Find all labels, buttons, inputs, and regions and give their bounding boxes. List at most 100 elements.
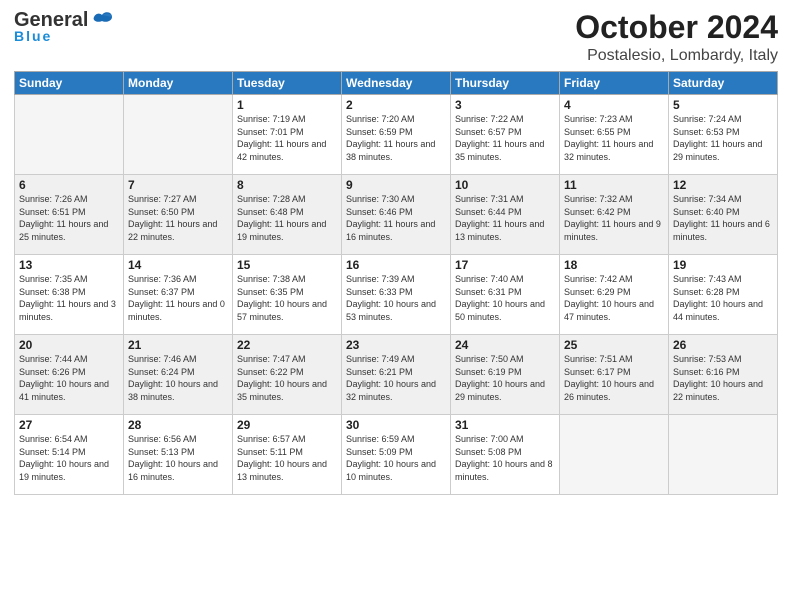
day-info: Sunrise: 7:50 AMSunset: 6:19 PMDaylight:… [455, 353, 555, 403]
calendar-cell: 19Sunrise: 7:43 AMSunset: 6:28 PMDayligh… [669, 255, 778, 335]
calendar-cell: 13Sunrise: 7:35 AMSunset: 6:38 PMDayligh… [15, 255, 124, 335]
day-of-week-header: Monday [124, 72, 233, 95]
day-info: Sunrise: 7:46 AMSunset: 6:24 PMDaylight:… [128, 353, 228, 403]
logo-bird-icon [92, 11, 114, 29]
calendar-cell: 31Sunrise: 7:00 AMSunset: 5:08 PMDayligh… [451, 415, 560, 495]
day-number: 22 [237, 338, 337, 352]
logo-general: General [14, 10, 88, 30]
calendar-cell: 20Sunrise: 7:44 AMSunset: 6:26 PMDayligh… [15, 335, 124, 415]
day-info: Sunrise: 7:19 AMSunset: 7:01 PMDaylight:… [237, 113, 337, 163]
day-number: 19 [673, 258, 773, 272]
day-of-week-header: Sunday [15, 72, 124, 95]
logo-blue: Blue [14, 28, 52, 44]
day-info: Sunrise: 7:34 AMSunset: 6:40 PMDaylight:… [673, 193, 773, 243]
day-info: Sunrise: 7:35 AMSunset: 6:38 PMDaylight:… [19, 273, 119, 323]
day-info: Sunrise: 6:54 AMSunset: 5:14 PMDaylight:… [19, 433, 119, 483]
calendar-cell: 18Sunrise: 7:42 AMSunset: 6:29 PMDayligh… [560, 255, 669, 335]
day-number: 23 [346, 338, 446, 352]
day-number: 21 [128, 338, 228, 352]
day-number: 2 [346, 98, 446, 112]
day-info: Sunrise: 7:42 AMSunset: 6:29 PMDaylight:… [564, 273, 664, 323]
day-info: Sunrise: 6:57 AMSunset: 5:11 PMDaylight:… [237, 433, 337, 483]
day-number: 30 [346, 418, 446, 432]
day-number: 5 [673, 98, 773, 112]
day-number: 24 [455, 338, 555, 352]
calendar-cell: 12Sunrise: 7:34 AMSunset: 6:40 PMDayligh… [669, 175, 778, 255]
day-number: 13 [19, 258, 119, 272]
day-of-week-header: Friday [560, 72, 669, 95]
calendar-cell: 27Sunrise: 6:54 AMSunset: 5:14 PMDayligh… [15, 415, 124, 495]
day-number: 10 [455, 178, 555, 192]
day-of-week-header: Thursday [451, 72, 560, 95]
calendar-cell [560, 415, 669, 495]
calendar-cell: 1Sunrise: 7:19 AMSunset: 7:01 PMDaylight… [233, 95, 342, 175]
calendar-cell [669, 415, 778, 495]
day-info: Sunrise: 7:20 AMSunset: 6:59 PMDaylight:… [346, 113, 446, 163]
day-number: 29 [237, 418, 337, 432]
day-info: Sunrise: 7:38 AMSunset: 6:35 PMDaylight:… [237, 273, 337, 323]
day-info: Sunrise: 6:56 AMSunset: 5:13 PMDaylight:… [128, 433, 228, 483]
calendar-cell: 10Sunrise: 7:31 AMSunset: 6:44 PMDayligh… [451, 175, 560, 255]
calendar-cell: 5Sunrise: 7:24 AMSunset: 6:53 PMDaylight… [669, 95, 778, 175]
calendar-cell: 16Sunrise: 7:39 AMSunset: 6:33 PMDayligh… [342, 255, 451, 335]
calendar-cell: 29Sunrise: 6:57 AMSunset: 5:11 PMDayligh… [233, 415, 342, 495]
day-info: Sunrise: 7:22 AMSunset: 6:57 PMDaylight:… [455, 113, 555, 163]
title-area: October 2024 Postalesio, Lombardy, Italy [575, 10, 778, 65]
day-of-week-header: Tuesday [233, 72, 342, 95]
day-number: 20 [19, 338, 119, 352]
calendar-cell: 11Sunrise: 7:32 AMSunset: 6:42 PMDayligh… [560, 175, 669, 255]
day-number: 25 [564, 338, 664, 352]
day-number: 28 [128, 418, 228, 432]
calendar-cell: 25Sunrise: 7:51 AMSunset: 6:17 PMDayligh… [560, 335, 669, 415]
calendar-table: SundayMondayTuesdayWednesdayThursdayFrid… [14, 71, 778, 495]
header: General Blue October 2024 Postalesio, Lo… [14, 10, 778, 65]
calendar-cell: 14Sunrise: 7:36 AMSunset: 6:37 PMDayligh… [124, 255, 233, 335]
calendar-cell: 23Sunrise: 7:49 AMSunset: 6:21 PMDayligh… [342, 335, 451, 415]
day-number: 15 [237, 258, 337, 272]
day-info: Sunrise: 6:59 AMSunset: 5:09 PMDaylight:… [346, 433, 446, 483]
day-info: Sunrise: 7:30 AMSunset: 6:46 PMDaylight:… [346, 193, 446, 243]
day-of-week-header: Saturday [669, 72, 778, 95]
day-info: Sunrise: 7:27 AMSunset: 6:50 PMDaylight:… [128, 193, 228, 243]
day-info: Sunrise: 7:26 AMSunset: 6:51 PMDaylight:… [19, 193, 119, 243]
calendar-cell: 15Sunrise: 7:38 AMSunset: 6:35 PMDayligh… [233, 255, 342, 335]
day-number: 9 [346, 178, 446, 192]
day-number: 17 [455, 258, 555, 272]
day-info: Sunrise: 7:51 AMSunset: 6:17 PMDaylight:… [564, 353, 664, 403]
day-info: Sunrise: 7:47 AMSunset: 6:22 PMDaylight:… [237, 353, 337, 403]
day-number: 8 [237, 178, 337, 192]
calendar-cell: 7Sunrise: 7:27 AMSunset: 6:50 PMDaylight… [124, 175, 233, 255]
day-number: 27 [19, 418, 119, 432]
day-info: Sunrise: 7:24 AMSunset: 6:53 PMDaylight:… [673, 113, 773, 163]
calendar-cell [124, 95, 233, 175]
day-info: Sunrise: 7:00 AMSunset: 5:08 PMDaylight:… [455, 433, 555, 483]
day-number: 31 [455, 418, 555, 432]
day-number: 14 [128, 258, 228, 272]
day-info: Sunrise: 7:39 AMSunset: 6:33 PMDaylight:… [346, 273, 446, 323]
day-number: 26 [673, 338, 773, 352]
day-of-week-header: Wednesday [342, 72, 451, 95]
logo: General Blue [14, 10, 114, 44]
calendar-cell: 9Sunrise: 7:30 AMSunset: 6:46 PMDaylight… [342, 175, 451, 255]
calendar-cell: 17Sunrise: 7:40 AMSunset: 6:31 PMDayligh… [451, 255, 560, 335]
day-number: 18 [564, 258, 664, 272]
calendar-cell: 21Sunrise: 7:46 AMSunset: 6:24 PMDayligh… [124, 335, 233, 415]
day-info: Sunrise: 7:32 AMSunset: 6:42 PMDaylight:… [564, 193, 664, 243]
calendar-cell: 4Sunrise: 7:23 AMSunset: 6:55 PMDaylight… [560, 95, 669, 175]
calendar-cell: 30Sunrise: 6:59 AMSunset: 5:09 PMDayligh… [342, 415, 451, 495]
location-title: Postalesio, Lombardy, Italy [575, 47, 778, 65]
day-number: 12 [673, 178, 773, 192]
day-info: Sunrise: 7:53 AMSunset: 6:16 PMDaylight:… [673, 353, 773, 403]
day-info: Sunrise: 7:49 AMSunset: 6:21 PMDaylight:… [346, 353, 446, 403]
day-number: 11 [564, 178, 664, 192]
day-number: 1 [237, 98, 337, 112]
calendar-cell [15, 95, 124, 175]
calendar-cell: 22Sunrise: 7:47 AMSunset: 6:22 PMDayligh… [233, 335, 342, 415]
calendar-cell: 2Sunrise: 7:20 AMSunset: 6:59 PMDaylight… [342, 95, 451, 175]
day-info: Sunrise: 7:23 AMSunset: 6:55 PMDaylight:… [564, 113, 664, 163]
day-info: Sunrise: 7:31 AMSunset: 6:44 PMDaylight:… [455, 193, 555, 243]
month-title: October 2024 [575, 10, 778, 45]
day-number: 7 [128, 178, 228, 192]
day-info: Sunrise: 7:43 AMSunset: 6:28 PMDaylight:… [673, 273, 773, 323]
day-info: Sunrise: 7:44 AMSunset: 6:26 PMDaylight:… [19, 353, 119, 403]
